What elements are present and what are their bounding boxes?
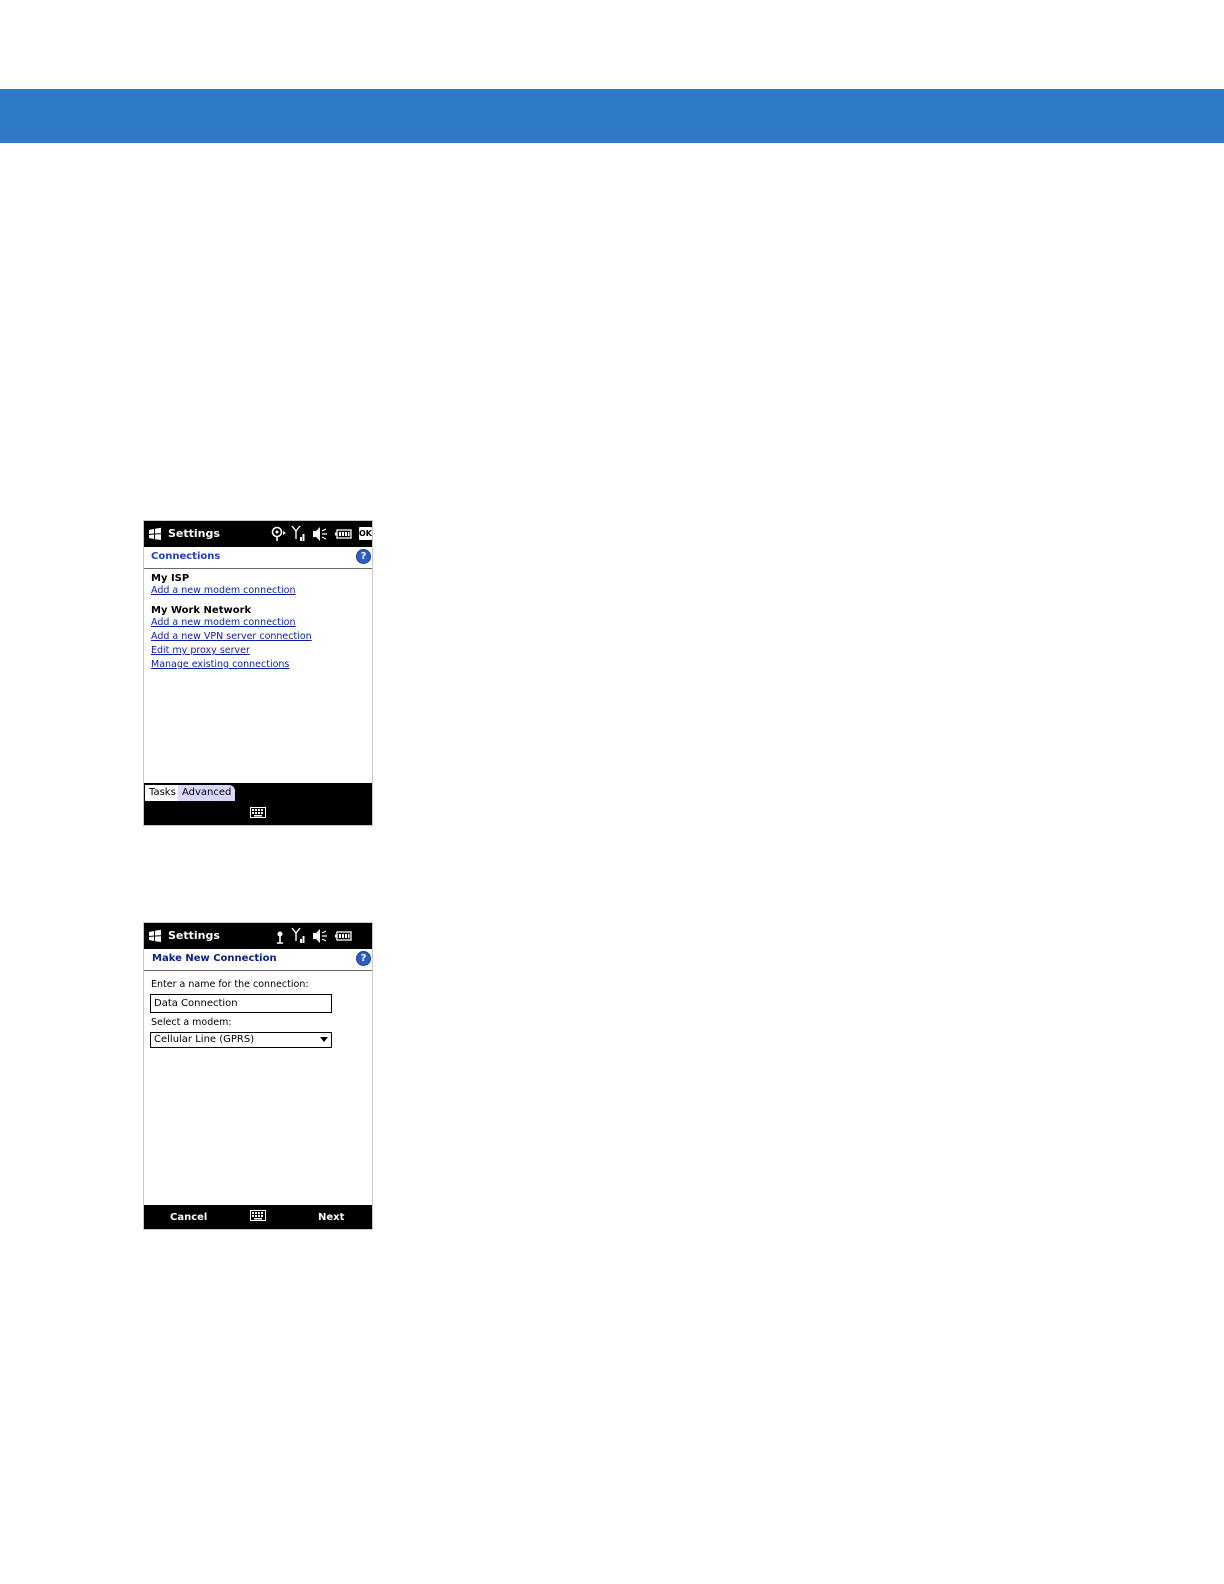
antenna-icon[interactable] <box>274 927 286 945</box>
cancel-button[interactable]: Cancel <box>170 1212 207 1223</box>
volume-muted-icon[interactable] <box>312 927 328 945</box>
windows-start-icon[interactable] <box>147 526 163 542</box>
link-work-add-modem[interactable]: Add a new modem connection <box>151 617 295 628</box>
keyboard-icon[interactable] <box>250 807 266 818</box>
status-icons <box>270 525 360 543</box>
volume-muted-icon[interactable] <box>312 525 328 543</box>
signal-icon[interactable] <box>291 927 305 945</box>
softkey-bar: Cancel Next <box>144 1205 372 1229</box>
link-edit-proxy[interactable]: Edit my proxy server <box>151 645 250 656</box>
next-button[interactable]: Next <box>318 1212 344 1223</box>
app-title: Settings <box>168 929 220 942</box>
page-title: Connections <box>151 551 221 562</box>
help-icon[interactable]: ? <box>356 951 371 966</box>
app-title: Settings <box>168 527 220 540</box>
help-icon[interactable]: ? <box>356 549 371 564</box>
connection-name-label: Enter a name for the connection: <box>151 979 309 990</box>
signal-icon[interactable] <box>291 525 305 543</box>
tab-tasks[interactable]: Tasks <box>145 785 180 801</box>
page-header: Connections ? <box>144 547 372 569</box>
page-title: Make New Connection <box>152 953 277 964</box>
modem-select-value: Cellular Line (GPRS) <box>154 1034 255 1045</box>
header-band <box>0 89 1224 143</box>
modem-label: Select a modem: <box>151 1017 232 1028</box>
connection-name-input[interactable] <box>150 994 332 1013</box>
section-title-my-isp: My ISP <box>151 573 190 584</box>
link-work-add-vpn[interactable]: Add a new VPN server connection <box>151 631 312 642</box>
bottom-panel: Tasks Advanced <box>144 783 372 825</box>
status-icons <box>274 927 370 945</box>
title-bar: Settings <box>144 923 372 949</box>
chevron-down-icon[interactable] <box>320 1037 328 1042</box>
page-header: Make New Connection ? <box>144 949 372 971</box>
connections-screen: Settings OK Connections ? My ISP Add a n… <box>143 520 373 826</box>
battery-icon[interactable] <box>334 525 352 543</box>
make-new-connection-screen: Settings Make New Connection ? Enter a n… <box>143 922 373 1230</box>
section-title-work-network: My Work Network <box>151 605 252 616</box>
modem-select[interactable]: Cellular Line (GPRS) <box>150 1032 332 1048</box>
link-manage-connections[interactable]: Manage existing connections <box>151 659 289 670</box>
connectivity-icon[interactable] <box>270 525 288 543</box>
windows-start-icon[interactable] <box>147 928 163 944</box>
ok-button[interactable]: OK <box>359 527 372 540</box>
keyboard-icon[interactable] <box>250 1210 266 1221</box>
battery-icon[interactable] <box>334 927 352 945</box>
title-bar: Settings <box>144 521 372 547</box>
link-isp-add-modem[interactable]: Add a new modem connection <box>151 585 295 596</box>
tab-advanced[interactable]: Advanced <box>178 785 236 801</box>
